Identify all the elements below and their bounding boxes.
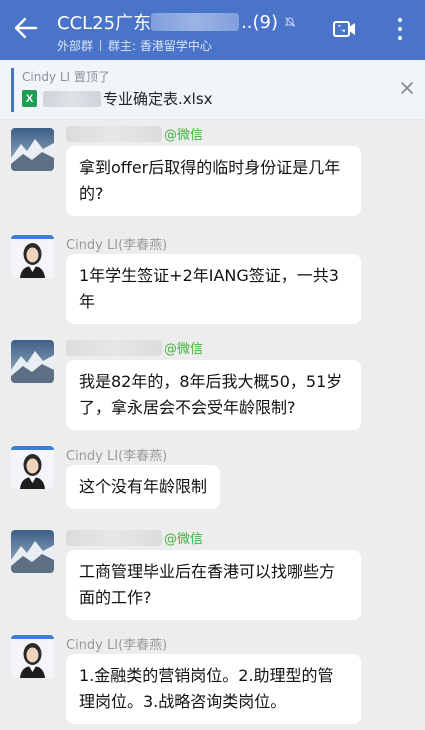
group-subtitle: 外部群 群主: 香港留学中心 [57,37,212,54]
redacted-title [151,13,240,31]
sender-name: Cindy LI(李春燕) [66,638,168,653]
group-owner: 群主: 香港留学中心 [108,39,212,53]
sender-name: @微信 [66,528,203,547]
avatar[interactable] [11,235,54,278]
pinned-file-name: 专业确定表.xlsx [103,90,213,108]
sender-name: @微信 [66,338,203,357]
message-bubble[interactable]: 1.金融类的营销岗位。2.助理型的管理岗位。3.战略咨询类岗位。 [66,654,361,724]
video-call-button[interactable] [332,18,358,40]
redacted-sender [66,529,162,546]
pinned-label: Cindy LI 置顶了 [22,70,110,84]
more-vertical-icon[interactable] [393,16,407,42]
redacted-file-name [43,90,101,107]
message-bubble[interactable]: 我是82年的，8年后我大概50，51岁了，拿永居会不会受年龄限制? [66,360,361,430]
excel-file-icon: X [22,90,37,107]
video-call-icon [333,21,355,37]
back-arrow-icon [14,17,38,39]
message-bubble[interactable]: 工商管理毕业后在香港可以找哪些方面的工作? [66,550,361,620]
avatar[interactable] [11,128,54,171]
group-title-suffix: ..(9) [241,11,279,33]
divider [100,40,102,51]
group-type: 外部群 [57,39,94,53]
pinned-message-bar[interactable]: Cindy LI 置顶了 X 专业确定表.xlsx [0,60,425,120]
pinned-accent [11,68,14,112]
avatar[interactable] [11,340,54,383]
avatar[interactable] [11,530,54,573]
sender-name: Cindy LI(李春燕) [66,449,168,464]
avatar[interactable] [11,446,54,489]
group-title[interactable]: CCL25广东 ..(9) [57,9,296,35]
wechat-tag: @微信 [164,532,204,547]
wechat-tag: @微信 [164,128,204,143]
close-icon[interactable] [400,80,414,94]
message-bubble[interactable]: 1年学生签证+2年IANG签证，一共3年 [66,254,361,324]
message-bubble[interactable]: 拿到offer后取得的临时身份证是几年的? [66,146,361,216]
avatar[interactable] [11,635,54,678]
redacted-sender [66,339,162,356]
mute-bell-icon [284,16,296,28]
pinned-file[interactable]: X 专业确定表.xlsx [22,88,213,109]
message-bubble[interactable]: 这个没有年龄限制 [66,465,221,509]
wechat-tag: @微信 [164,342,204,357]
chat-header: CCL25广东 ..(9) 外部群 群主: 香港留学中心 [0,0,425,60]
sender-name: Cindy LI(李春燕) [66,238,168,253]
group-title-prefix: CCL25广东 [57,13,152,34]
sender-name: @微信 [66,124,203,143]
redacted-sender [66,125,162,142]
back-button[interactable] [12,14,40,42]
